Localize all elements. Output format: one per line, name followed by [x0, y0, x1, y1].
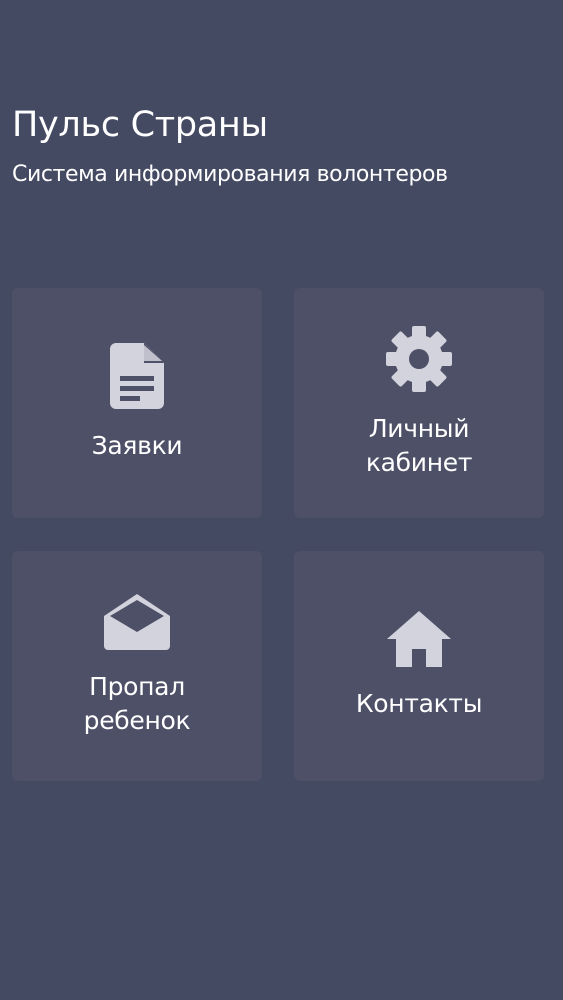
tile-personal-account[interactable]: Личный кабинет	[294, 288, 544, 518]
tile-personal-account-label: Личный кабинет	[365, 414, 473, 477]
tile-contacts[interactable]: Контакты	[294, 551, 544, 781]
app-header: Пульс Страны Система информирования воло…	[12, 102, 555, 190]
open-envelope-icon	[104, 594, 170, 650]
gear-icon	[386, 326, 452, 392]
tile-contacts-label: Контакты	[355, 689, 483, 718]
tile-missing-child-label: Пропал ребенок	[83, 672, 191, 735]
tile-requests[interactable]: Заявки	[12, 288, 262, 518]
app-subtitle: Система информирования волонтеров	[12, 162, 448, 187]
document-icon	[110, 343, 164, 409]
home-icon	[387, 611, 451, 667]
app-title: Пульс Страны	[12, 105, 268, 145]
tile-missing-child[interactable]: Пропал ребенок	[12, 551, 262, 781]
tile-requests-label: Заявки	[91, 431, 183, 460]
